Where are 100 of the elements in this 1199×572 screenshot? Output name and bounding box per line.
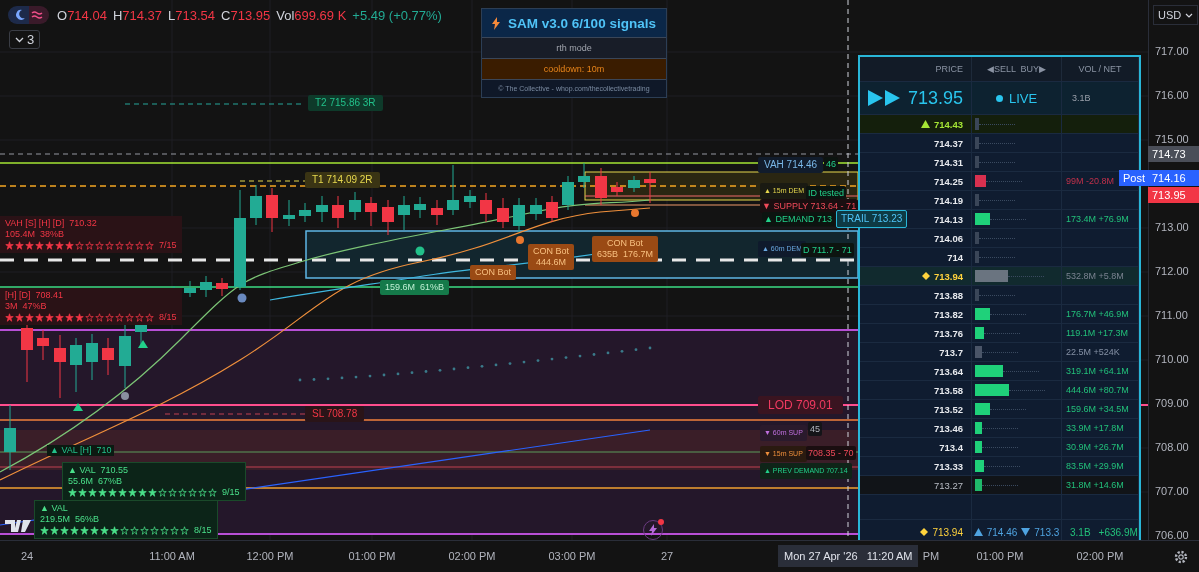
empty-star-icon <box>125 241 134 250</box>
star-icon <box>45 241 54 250</box>
signal-marker <box>516 236 524 244</box>
level-label: 708.35 - 70 <box>806 446 856 460</box>
dotted-guide-line <box>979 294 1016 296</box>
signal-marker <box>73 403 83 411</box>
mode-label: rth mode <box>482 38 666 58</box>
triangle-up-icon <box>920 120 930 128</box>
star-icon <box>100 526 109 535</box>
price-level: 714 <box>947 251 963 263</box>
empty-star-icon <box>188 488 197 497</box>
empty-star-icon <box>85 241 94 250</box>
signal-text: 444.6M <box>536 257 566 268</box>
level-label: T2 715.86 3R <box>308 95 383 111</box>
empty-star-icon <box>115 313 124 322</box>
low-price: 713.3 <box>1034 526 1060 538</box>
signal-text: CON Bot <box>475 267 511 278</box>
price-tick: 717.00 <box>1155 45 1189 57</box>
level-label: LOD 709.01 <box>758 396 843 414</box>
level-label: T1 714.09 2R <box>305 172 380 188</box>
candlestick <box>578 162 590 189</box>
live-status: LIVE <box>1008 90 1038 106</box>
time-tick: 27 <box>660 550 674 562</box>
level-label: 45 <box>808 422 822 436</box>
total-volume: 3.1B <box>1070 526 1091 538</box>
dotted-guide-line <box>983 465 1020 467</box>
price-level: 714.37 <box>933 137 963 149</box>
price-level: 713.64 <box>933 365 963 377</box>
volume-text: 99M -20.8M <box>1065 176 1115 186</box>
price-level: 713.82 <box>933 308 963 320</box>
candlestick <box>4 404 16 471</box>
volume-text: 22.5M +524K <box>1065 347 1120 357</box>
empty-star-icon <box>135 313 144 322</box>
legend-value: 714.37 <box>122 7 163 23</box>
empty-star-icon <box>168 488 177 497</box>
level-label: SL 708.78 <box>305 406 365 422</box>
dotted-guide-line <box>979 123 1016 125</box>
legend-value: 713.54 <box>175 7 216 23</box>
dotted-guide-line <box>981 484 1018 486</box>
time-tick: 02:00 PM <box>1076 550 1124 562</box>
candlestick <box>398 195 410 231</box>
volume-text: 83.5M +29.9M <box>1065 461 1124 471</box>
candlestick <box>184 280 196 298</box>
indicator-badge[interactable] <box>8 6 49 24</box>
price-level: 714.06 <box>933 232 963 244</box>
legend-label: C <box>221 7 231 23</box>
empty-star-icon <box>208 488 217 497</box>
star-icon <box>65 241 74 250</box>
star-icon <box>35 313 44 322</box>
level-label: D 711.7 - 71 <box>801 243 854 257</box>
candlestick <box>216 277 228 297</box>
candlestick <box>530 197 542 221</box>
empty-star-icon <box>178 488 187 497</box>
settings-icon[interactable] <box>1173 549 1189 565</box>
legend-label: Vol <box>276 7 295 23</box>
legend-value: 713.95 <box>230 7 271 23</box>
currency-selector[interactable]: USD <box>1153 5 1199 25</box>
volume-text: 30.9M +26.7M <box>1065 442 1124 452</box>
signal-marker <box>138 340 148 348</box>
price-tick: 707.00 <box>1155 485 1189 497</box>
empty-star-icon <box>180 526 189 535</box>
candlestick <box>595 167 607 206</box>
price-level: 713.46 <box>933 422 963 434</box>
time-tick: 12:00 PM <box>246 550 294 562</box>
empty-star-icon <box>150 526 159 535</box>
volume-text: 173.4M +76.9M <box>1065 214 1129 224</box>
empty-star-icon <box>145 241 154 250</box>
score-text: 8/15 <box>194 525 212 536</box>
dotted-guide-line <box>981 351 1018 353</box>
time-tick: 24 <box>20 550 34 562</box>
star-icon <box>55 313 64 322</box>
star-icon <box>55 241 64 250</box>
diamond-icon <box>920 528 929 536</box>
star-icon <box>75 313 84 322</box>
moon-icon <box>14 9 26 21</box>
level-label: ▲ DEMAND 713 <box>762 212 834 226</box>
price-tag: Post <box>1119 170 1149 186</box>
empty-star-icon <box>135 241 144 250</box>
candlestick <box>299 202 311 223</box>
star-icon <box>148 488 157 497</box>
dotted-guide-line <box>989 218 1026 220</box>
triangle-up-icon <box>973 528 983 536</box>
empty-star-icon <box>145 313 154 322</box>
star-icon <box>45 313 54 322</box>
candlestick <box>283 199 295 227</box>
dotted-guide-line <box>981 427 1018 429</box>
price-tick: 713.00 <box>1155 221 1189 233</box>
panel-title: SAM v3.0 6/100 signals <box>508 15 656 31</box>
time-tick: 02:00 PM <box>448 550 496 562</box>
star-icon <box>50 526 59 535</box>
price-level: 714.13 <box>933 213 963 225</box>
price-level: 713.76 <box>933 327 963 339</box>
dotted-guide-line <box>989 313 1026 315</box>
signal-text: [H] [D] 708.41 <box>5 290 65 301</box>
empty-star-icon <box>115 241 124 250</box>
price-level: 714.25 <box>933 175 963 187</box>
volume-text: 31.8M +14.6M <box>1065 480 1124 490</box>
collapse-button[interactable]: 3 <box>9 30 41 49</box>
candlestick <box>464 189 476 209</box>
signal-text: CON Bot <box>607 238 644 249</box>
